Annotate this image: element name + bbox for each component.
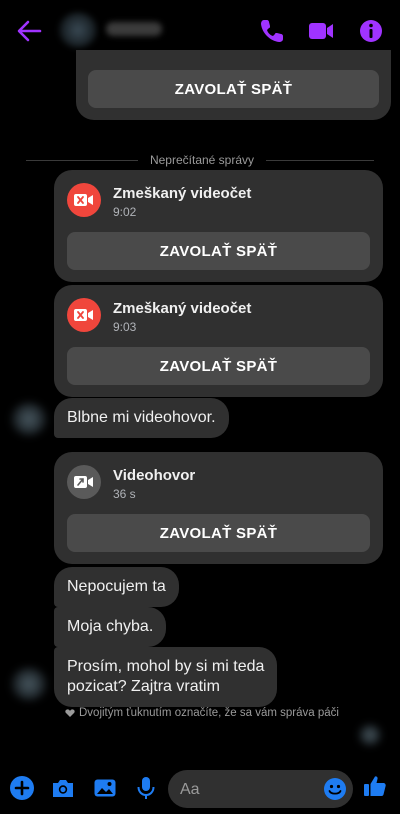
contact-name[interactable] xyxy=(106,22,162,36)
missed-video-icon xyxy=(67,298,101,332)
hint-text: Dvojitým ťuknutím označíte, že sa vám sp… xyxy=(79,707,339,719)
heart-icon xyxy=(65,709,75,717)
unread-divider-label: Neprečítané správy xyxy=(138,153,266,167)
emoji-icon[interactable] xyxy=(322,776,348,802)
missed-video-icon xyxy=(67,183,101,217)
message-composer: Aa xyxy=(0,760,400,814)
sender-avatar[interactable] xyxy=(10,402,48,436)
call-title: Videohovor xyxy=(113,467,196,484)
double-tap-hint: Dvojitým ťuknutím označíte, že sa vám sp… xyxy=(65,707,339,719)
back-arrow-icon[interactable] xyxy=(14,16,44,46)
missed-call-card: Zmeškaný videočet 9:02 ZAVOLAŤ SPÄŤ xyxy=(54,170,383,282)
call-back-button[interactable]: ZAVOLAŤ SPÄŤ xyxy=(67,232,370,270)
sender-avatar[interactable] xyxy=(10,667,48,701)
call-card-top: ZAVOLAŤ SPÄŤ xyxy=(76,50,391,120)
call-time: 9:03 xyxy=(113,320,137,334)
message-line: pozicat? Zajtra vratim xyxy=(67,678,220,695)
info-icon[interactable] xyxy=(356,16,386,46)
thumbs-up-icon[interactable] xyxy=(362,773,388,799)
message-input-placeholder: Aa xyxy=(180,781,200,798)
call-title: Zmeškaný videočet xyxy=(113,300,252,317)
call-title: Zmeškaný videočet xyxy=(113,185,252,202)
message-bubble[interactable]: Moja chyba. xyxy=(54,607,167,647)
call-back-button[interactable]: ZAVOLAŤ SPÄŤ xyxy=(67,347,370,385)
microphone-icon[interactable] xyxy=(133,775,159,801)
plus-icon[interactable] xyxy=(9,775,35,801)
phone-icon[interactable] xyxy=(257,16,287,46)
video-camera-icon[interactable] xyxy=(306,16,336,46)
image-icon[interactable] xyxy=(92,775,118,801)
video-call-card: Videohovor 36 s ZAVOLAŤ SPÄŤ xyxy=(54,452,383,564)
call-back-button[interactable]: ZAVOLAŤ SPÄŤ xyxy=(88,70,379,108)
call-time: 9:02 xyxy=(113,205,137,219)
message-line: Prosím, mohol by si mi teda xyxy=(67,658,265,675)
message-bubble[interactable]: Nepocujem ta xyxy=(54,567,179,607)
camera-icon[interactable] xyxy=(50,775,76,801)
video-call-icon xyxy=(67,465,101,499)
message-bubble[interactable]: Prosím, mohol by si mi teda pozicat? Zaj… xyxy=(54,647,278,707)
contact-avatar[interactable] xyxy=(58,12,98,48)
seen-avatar xyxy=(358,724,382,746)
message-bubble[interactable]: Blbne mi videohovor. xyxy=(54,398,229,438)
call-duration: 36 s xyxy=(113,487,136,501)
missed-call-card: Zmeškaný videočet 9:03 ZAVOLAŤ SPÄŤ xyxy=(54,285,383,397)
call-back-button[interactable]: ZAVOLAŤ SPÄŤ xyxy=(67,514,370,552)
